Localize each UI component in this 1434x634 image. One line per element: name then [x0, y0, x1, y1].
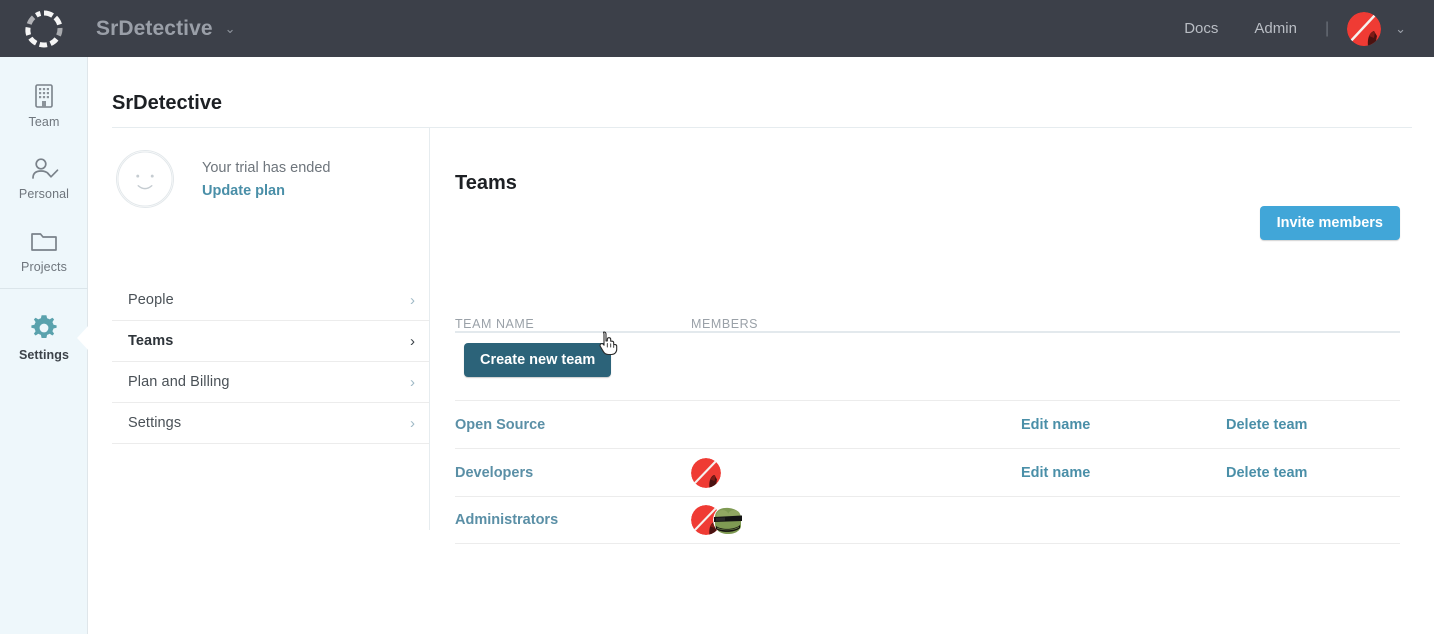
app-logo[interactable] [0, 0, 88, 57]
team-name-cell: Open Source [455, 417, 691, 433]
team-delete-cell: Delete team [1226, 417, 1400, 433]
teams-heading: Teams [455, 172, 517, 194]
menu-item-teams[interactable]: Teams › [112, 321, 429, 362]
active-rail-pointer [77, 324, 89, 351]
trial-status-text: Your trial has ended [202, 160, 331, 176]
building-icon [35, 84, 53, 108]
team-edit-cell: Edit name [1021, 465, 1226, 481]
top-navigation-bar: SrDetective ⌄ Docs Admin | ⌄ [0, 0, 1434, 57]
column-header-team-name: TEAM NAME [455, 317, 535, 331]
brand-chevron-down-icon[interactable]: ⌄ [225, 22, 236, 35]
member-avatar[interactable] [691, 457, 721, 488]
top-nav-right-group: Docs Admin | ⌄ [1166, 11, 1434, 46]
rail-label-projects: Projects [21, 260, 67, 274]
delete-team-link[interactable]: Delete team [1226, 417, 1307, 433]
menu-label-people: People [128, 292, 174, 308]
menu-item-settings[interactable]: Settings › [112, 403, 429, 444]
teams-main-content: Teams Invite members TEAM NAME MEMBERS C… [455, 128, 1400, 544]
edit-name-link[interactable]: Edit name [1021, 465, 1090, 481]
rail-label-settings: Settings [18, 348, 70, 362]
trial-text-group: Your trial has ended Update plan [202, 150, 330, 201]
update-plan-link[interactable]: Update plan [202, 181, 285, 201]
chevron-right-icon: › [410, 332, 415, 350]
rail-item-projects[interactable]: Projects [0, 215, 88, 288]
chevron-right-icon: › [410, 414, 415, 432]
settings-side-panel: Your trial has ended Update plan People … [112, 128, 430, 530]
delete-team-link[interactable]: Delete team [1226, 465, 1307, 481]
create-new-team-button[interactable]: Create new team [464, 343, 612, 377]
menu-label-settings: Settings [128, 415, 182, 431]
account-chevron-down-icon[interactable]: ⌄ [1395, 22, 1406, 35]
page-title: SrDetective [112, 92, 223, 114]
rail-item-team[interactable]: Team [0, 69, 88, 142]
rail-mid-spacer [0, 289, 87, 301]
rail-label-team: Team [28, 115, 60, 129]
left-icon-rail: Team Personal Projects Settings [0, 57, 89, 634]
frog-sunglasses-avatar-icon [713, 505, 743, 535]
user-avatar-red-icon [691, 457, 721, 488]
table-row: Developers Edit name Delete team [455, 448, 1400, 496]
member-avatar[interactable] [713, 505, 743, 535]
team-name-cell: Administrators [455, 512, 691, 528]
invite-members-button[interactable]: Invite members [1259, 206, 1400, 240]
menu-label-plan-and-billing: Plan and Billing [128, 374, 230, 390]
create-team-row: Create new team [455, 333, 1400, 400]
menu-item-plan-and-billing[interactable]: Plan and Billing › [112, 362, 429, 403]
gear-icon [31, 315, 57, 338]
team-link-administrators[interactable]: Administrators [455, 512, 558, 528]
user-avatar-red-icon [1347, 11, 1382, 46]
nav-separator: | [1324, 19, 1330, 37]
team-name-cell: Developers [455, 465, 691, 481]
teams-table: TEAM NAME MEMBERS Create new team Open S… [455, 309, 1400, 544]
smiley-face-placeholder-icon [116, 150, 174, 208]
dashed-circle-spinner-logo [25, 9, 63, 47]
nav-link-docs[interactable]: Docs [1166, 20, 1236, 37]
nav-link-admin[interactable]: Admin [1236, 20, 1315, 37]
table-row: Administrators [455, 496, 1400, 544]
brand-title[interactable]: SrDetective [96, 17, 213, 41]
menu-label-teams: Teams [128, 333, 174, 349]
chevron-right-icon: › [410, 291, 415, 309]
team-members-cell [691, 457, 1021, 488]
teams-table-header: TEAM NAME MEMBERS [455, 309, 1400, 333]
team-delete-cell: Delete team [1226, 465, 1400, 481]
account-avatar[interactable] [1347, 11, 1382, 46]
menu-item-people[interactable]: People › [112, 280, 429, 321]
rail-top-spacer [0, 57, 87, 69]
chevron-right-icon: › [410, 373, 415, 391]
folder-icon [31, 233, 57, 251]
trial-status-block: Your trial has ended Update plan [112, 128, 429, 208]
rail-item-settings[interactable]: Settings [0, 301, 89, 374]
team-edit-cell: Edit name [1021, 417, 1226, 433]
team-link-developers[interactable]: Developers [455, 465, 533, 481]
team-members-cell [691, 505, 1021, 535]
person-check-icon [32, 158, 59, 179]
settings-menu-list: People › Teams › Plan and Billing › Sett… [112, 280, 429, 444]
team-link-open-source[interactable]: Open Source [455, 417, 545, 433]
column-header-members: MEMBERS [691, 317, 759, 331]
table-row: Open Source Edit name Delete team [455, 400, 1400, 448]
rail-item-personal[interactable]: Personal [0, 142, 88, 215]
rail-label-personal: Personal [18, 187, 70, 201]
edit-name-link[interactable]: Edit name [1021, 417, 1090, 433]
